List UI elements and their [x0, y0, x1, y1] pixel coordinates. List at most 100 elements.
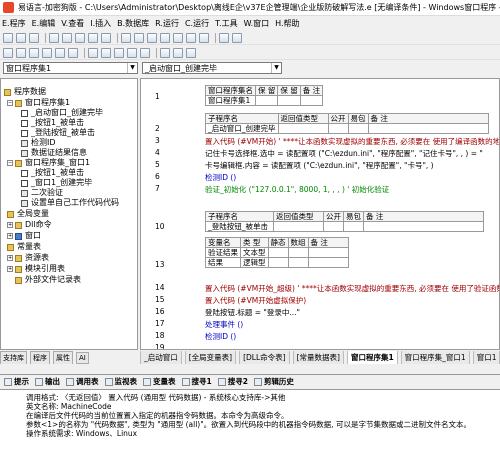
stop-icon[interactable]: [160, 32, 170, 43]
table-cell[interactable]: [273, 221, 324, 232]
table-cell[interactable]: [343, 221, 364, 232]
align-bottom-icon[interactable]: [68, 47, 78, 58]
table-cell[interactable]: [287, 257, 309, 268]
align-right-icon[interactable]: [29, 47, 39, 58]
tree-item[interactable]: + 资源表: [7, 253, 49, 263]
step-over-icon[interactable]: [186, 32, 196, 43]
table-cell[interactable]: [307, 257, 349, 268]
table-cell[interactable]: _登陆按钮_被单击: [205, 221, 274, 232]
breakpoint-icon[interactable]: [199, 32, 209, 43]
table-cell[interactable]: [287, 247, 309, 258]
same-size-icon[interactable]: [114, 47, 124, 58]
tree-item[interactable]: 检测ID: [21, 138, 56, 148]
tab-window1[interactable]: 窗口1: [472, 351, 500, 364]
table-cell[interactable]: [367, 123, 489, 134]
align-middle-icon[interactable]: [55, 47, 65, 58]
run-icon[interactable]: [147, 32, 157, 43]
menu-view[interactable]: V.查看: [61, 18, 84, 29]
tree-item[interactable]: − 窗口程序集_窗口1: [7, 158, 90, 168]
tab-search2[interactable]: 搜寻2: [217, 376, 248, 387]
code-line[interactable]: 置入代码 (#VM开始) ' ****让本函数实现虚拟的重要东西, 必须要在 使…: [205, 136, 499, 147]
output-panel[interactable]: 调用格式: 〈无返回值〉 置入代码 (通用型 代码数据) - 系统核心支持库->…: [0, 389, 500, 469]
menu-edit[interactable]: E.编辑: [32, 18, 56, 29]
open-file-icon[interactable]: [16, 32, 26, 43]
space-v-icon[interactable]: [140, 47, 150, 58]
tab-constants[interactable]: [常量数据表]: [292, 351, 344, 364]
save-icon[interactable]: [29, 32, 39, 43]
send-back-icon[interactable]: [173, 47, 183, 58]
code-line[interactable]: 检测ID (): [205, 331, 236, 342]
tree-item[interactable]: _按钮1_被单击: [21, 118, 84, 128]
tab-clipboard-history[interactable]: 剪辑历史: [253, 376, 294, 387]
collapse-icon[interactable]: −: [7, 160, 13, 166]
expand-icon[interactable]: +: [7, 233, 13, 239]
tab-assembly-1[interactable]: 窗口程序集1: [346, 351, 398, 364]
code-line[interactable]: 置入代码 (#VM开始_超级) ' ****让本函数实现虚拟的重要东西, 必须要…: [205, 283, 499, 294]
tree-item[interactable]: 全局变量: [7, 209, 49, 219]
publish-icon[interactable]: [232, 32, 242, 43]
menu-insert[interactable]: I.插入: [90, 18, 111, 29]
tab-hint[interactable]: 提示: [4, 376, 29, 387]
tab-support-lib[interactable]: 支持库: [0, 351, 27, 364]
tree-item[interactable]: _窗口1_创建完毕: [21, 178, 92, 188]
table-cell[interactable]: [299, 95, 324, 106]
cut-icon[interactable]: [49, 32, 59, 43]
tab-ai[interactable]: AI: [76, 351, 89, 364]
table-cell[interactable]: [307, 247, 349, 258]
paste-icon[interactable]: [75, 32, 85, 43]
code-line[interactable]: 置入代码 (#VM开始虚拟保护): [205, 295, 306, 306]
find-icon[interactable]: [121, 32, 131, 43]
table-cell[interactable]: [323, 221, 344, 232]
tree-item[interactable]: − 窗口程序集1: [7, 98, 70, 108]
tree-item[interactable]: + 模块引用表: [7, 264, 65, 274]
table-cell[interactable]: [277, 123, 329, 134]
expand-icon[interactable]: +: [7, 222, 13, 228]
same-width-icon[interactable]: [88, 47, 98, 58]
tree-item[interactable]: 二次验证: [21, 188, 63, 198]
tab-search1[interactable]: 搜寻1: [181, 376, 212, 387]
tab-global-vars[interactable]: [全局变量表]: [184, 351, 237, 364]
code-line[interactable]: 登陆按钮.标题 = "登录中...": [205, 307, 300, 318]
expand-icon[interactable]: +: [7, 266, 13, 272]
subroutine-select[interactable]: _启动窗口_创建完毕 ▼: [142, 62, 282, 74]
code-line[interactable]: 检测ID (): [205, 172, 236, 183]
table-cell[interactable]: [327, 123, 349, 134]
tab-dll-commands[interactable]: [DLL命令表]: [239, 351, 290, 364]
table-cell[interactable]: 结果: [205, 257, 241, 268]
tab-properties[interactable]: 属性: [53, 351, 73, 364]
table-cell[interactable]: [363, 221, 484, 232]
align-left-icon[interactable]: [3, 47, 13, 58]
code-editor[interactable]: 窗口程序集名 保 留 保 留 备 注 窗口程序集1 子程序名 返回值类型 公开 …: [140, 78, 500, 350]
tree-item[interactable]: 外部文件记录表: [15, 275, 81, 285]
new-file-icon[interactable]: [3, 32, 13, 43]
align-center-icon[interactable]: [16, 47, 26, 58]
table-cell[interactable]: [254, 95, 279, 106]
menu-program[interactable]: E.程序: [2, 18, 26, 29]
tree-root[interactable]: 程序数据: [4, 87, 46, 97]
tab-assembly-window1[interactable]: 窗口程序集_窗口1: [400, 351, 470, 364]
table-cell[interactable]: [267, 257, 289, 268]
table-cell[interactable]: [347, 123, 369, 134]
tab-output[interactable]: 输出: [35, 376, 60, 387]
collapse-icon[interactable]: −: [7, 100, 13, 106]
undo-icon[interactable]: [88, 32, 98, 43]
copy-icon[interactable]: [62, 32, 72, 43]
table-cell[interactable]: 文本型: [240, 247, 269, 258]
table-cell[interactable]: 窗口程序集1: [205, 95, 256, 106]
space-h-icon[interactable]: [127, 47, 137, 58]
table-cell[interactable]: [267, 247, 289, 258]
menu-tools[interactable]: T.工具: [215, 18, 237, 29]
replace-icon[interactable]: [134, 32, 144, 43]
tree-item[interactable]: _登陆按钮_被单击: [21, 128, 95, 138]
menu-database[interactable]: B.数据库: [117, 18, 149, 29]
assembly-select[interactable]: 窗口程序集1 ▼: [3, 62, 138, 74]
menu-help[interactable]: H.帮助: [275, 18, 299, 29]
menu-compile[interactable]: C.运行: [185, 18, 209, 29]
tree-item[interactable]: + Dll命令: [7, 220, 52, 230]
tree-item[interactable]: _启动窗口_创建完毕: [21, 108, 103, 118]
menu-run[interactable]: R.运行: [155, 18, 179, 29]
redo-icon[interactable]: [101, 32, 111, 43]
lock-icon[interactable]: [186, 47, 196, 58]
tree-item[interactable]: _按钮1_被单击: [21, 168, 84, 178]
compile-icon[interactable]: [219, 32, 229, 43]
